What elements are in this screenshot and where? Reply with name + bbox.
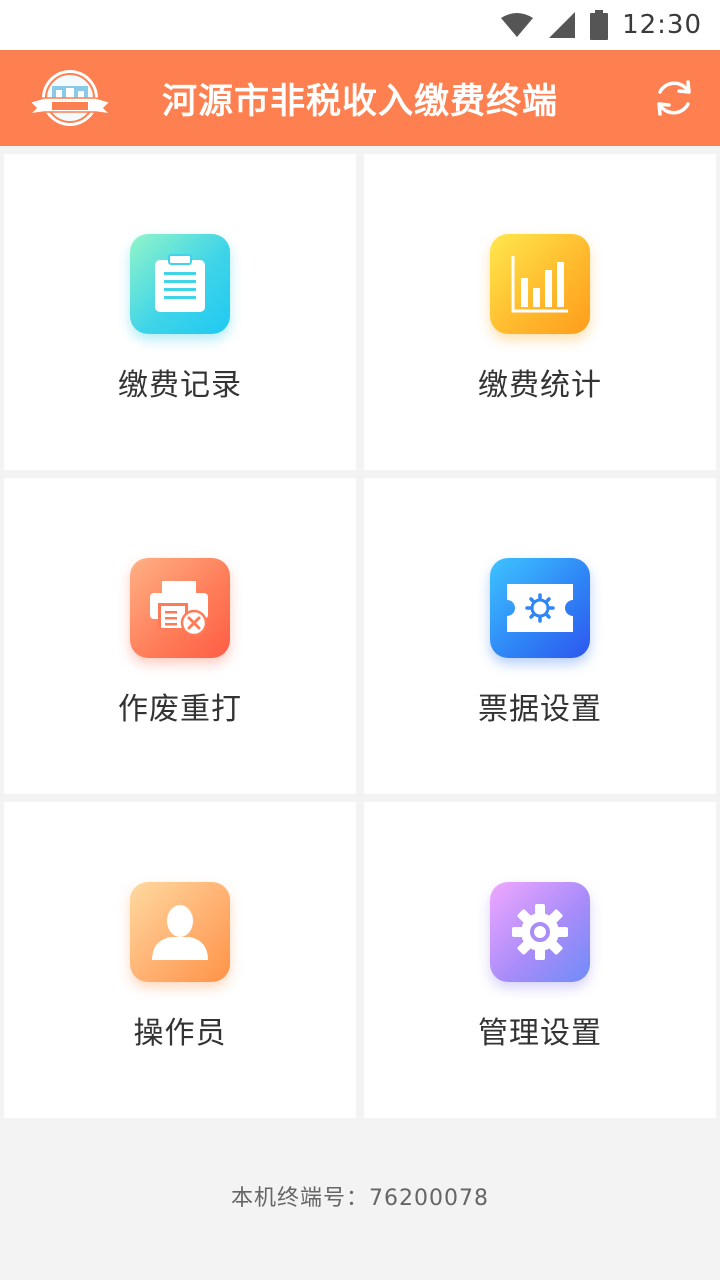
bar-chart-icon [490,234,590,334]
printer-cancel-icon [130,558,230,658]
refresh-icon[interactable] [652,76,696,120]
footer: 本机终端号：76200078 [0,1118,720,1280]
menu-item-label: 缴费记录 [118,368,242,403]
wifi-icon [500,12,534,38]
status-bar: 12:30 [0,0,720,50]
user-icon [130,882,230,982]
app-title: 河源市非税收入缴费终端 [161,81,558,122]
menu-grid: 缴费记录 缴费统计 作废重打 票据设置 操作员 管理设置 [4,154,716,1118]
app-bar: 河源市非税收入缴费终端 [0,50,720,146]
menu-item-label: 缴费统计 [478,368,602,403]
menu-item-label: 作废重打 [118,692,242,727]
gear-icon [490,882,590,982]
menu-item-label: 票据设置 [478,692,602,727]
menu-item-label: 管理设置 [478,1016,602,1051]
menu-item-operator[interactable]: 操作员 [4,802,356,1118]
menu-item-void-reprint[interactable]: 作废重打 [4,478,356,794]
terminal-number: 本机终端号：76200078 [231,1186,489,1211]
menu-item-admin-settings[interactable]: 管理设置 [364,802,716,1118]
menu-item-ticket-settings[interactable]: 票据设置 [364,478,716,794]
ticket-gear-icon [490,558,590,658]
clipboard-icon [130,234,230,334]
signal-icon [548,11,576,39]
menu-item-payment-stats[interactable]: 缴费统计 [364,154,716,470]
status-time: 12:30 [622,10,702,40]
menu-item-payment-records[interactable]: 缴费记录 [4,154,356,470]
menu-item-label: 操作员 [133,1016,227,1051]
battery-icon [590,10,609,40]
